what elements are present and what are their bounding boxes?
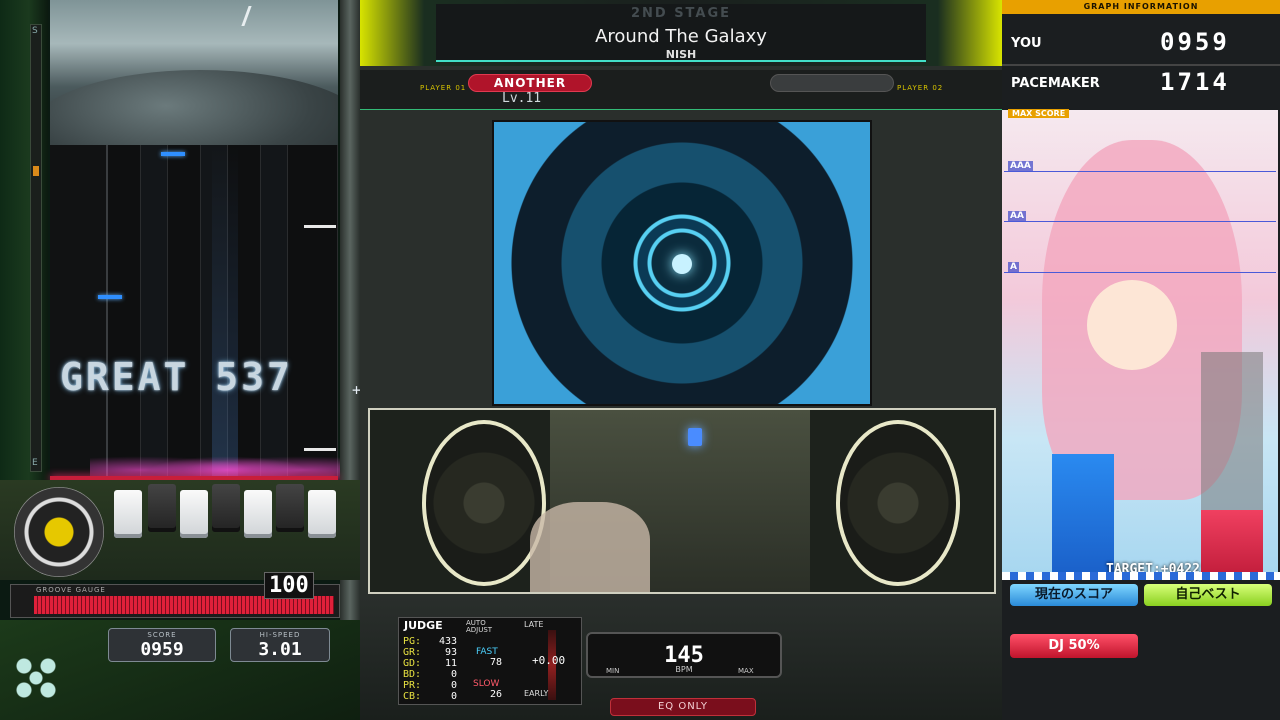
level-label: Lv.11	[502, 91, 542, 106]
lane-3	[168, 145, 201, 480]
main-bga	[492, 120, 872, 406]
late-label: LATE	[524, 620, 544, 629]
player2-label: PLAYER 02	[897, 84, 944, 92]
you-score-bar	[1052, 454, 1114, 578]
progress-marker	[33, 166, 39, 176]
judge-combo-display: GREAT 537	[60, 355, 293, 399]
hispeed-value: 3.01	[258, 639, 302, 660]
you-label: YOU	[1011, 36, 1042, 51]
artist-name: NISH	[665, 48, 697, 61]
grade-line-aaa	[1004, 171, 1276, 172]
mini-bga	[50, 0, 338, 145]
note	[161, 152, 185, 156]
eq-only-button[interactable]: EQ ONLY	[610, 698, 756, 716]
judge-row: GD: 11	[403, 658, 457, 669]
lane-1	[108, 145, 141, 480]
score-value: 0959	[140, 639, 184, 660]
graph-baseline	[1002, 572, 1280, 580]
dj-level-badge: DJ 50%	[1010, 634, 1138, 658]
speaker-right	[836, 420, 960, 586]
personal-best-button[interactable]: 自己ベスト	[1144, 584, 1272, 606]
camera-lit-key	[688, 428, 702, 446]
hispeed-label: HI-SPEED	[259, 631, 301, 639]
graph-header: GRAPH INFORMATION	[1002, 0, 1280, 14]
graph-divider	[1002, 64, 1280, 66]
groove-gauge-value: 100	[264, 572, 314, 599]
lane-6	[261, 145, 288, 480]
bpm-min-label: MIN	[606, 667, 620, 675]
score-box: SCORE 0959	[108, 628, 216, 662]
camera-player-hand	[530, 502, 650, 592]
you-score: 0959	[1160, 28, 1230, 56]
key-1[interactable]	[114, 490, 142, 538]
bga-tunnel-core	[672, 254, 692, 274]
timing-offset: +0.00	[532, 654, 566, 667]
judge-row: PR: 0	[403, 680, 457, 691]
score-label: SCORE	[147, 631, 177, 639]
graph-artwork-face	[1087, 280, 1177, 370]
key-6[interactable]	[276, 484, 304, 532]
early-label: EARLY	[524, 689, 549, 698]
play-camera	[368, 408, 996, 594]
player2-badge	[770, 74, 894, 92]
progress-end-label: E	[32, 458, 38, 468]
groove-gauge-label: GROOVE GAUGE	[36, 586, 106, 594]
song-title: Around The Galaxy	[595, 26, 767, 47]
lane-beam	[212, 145, 238, 480]
fast-count: 78	[490, 657, 503, 668]
turntable-icon[interactable]	[14, 487, 104, 577]
speaker-left	[422, 420, 546, 586]
current-score-button[interactable]: 現在のスコア	[1010, 584, 1138, 606]
lane-7	[288, 145, 338, 480]
game-logo-icon	[6, 648, 66, 708]
player1-label: PLAYER 01	[420, 84, 467, 92]
bpm-max-label: MAX	[738, 667, 754, 675]
pacemaker-score-bar	[1201, 510, 1263, 578]
key-4[interactable]	[212, 484, 240, 532]
judge-row: BD: 0	[403, 669, 457, 680]
judge-title: JUDGE	[404, 619, 443, 632]
grade-label-a: A	[1008, 262, 1019, 272]
slow-label: SLOW	[473, 679, 500, 689]
pacemaker-score: 1714	[1160, 68, 1230, 96]
grade-line-a	[1004, 272, 1276, 273]
note	[98, 295, 122, 299]
lane-2	[141, 145, 168, 480]
key-3[interactable]	[180, 490, 208, 538]
stage-label: 2ND STAGE	[630, 6, 732, 21]
bga-landscape	[50, 70, 338, 145]
slow-count: 26	[490, 689, 503, 700]
key-5[interactable]	[244, 490, 272, 538]
auto-adjust-label: AUTO ADJUST	[466, 619, 493, 634]
grade-label-aaa: AAA	[1008, 161, 1033, 171]
note-lanes	[50, 145, 338, 480]
lane-progress-track	[30, 24, 42, 472]
grade-line-aa	[1004, 221, 1276, 222]
judge-row: PG: 433	[403, 636, 457, 647]
difficulty-badge: ANOTHER	[468, 74, 592, 92]
pacemaker-label: PACEMAKER	[1011, 76, 1100, 91]
scratch-lane	[50, 145, 108, 480]
judge-row: GR: 93	[403, 647, 457, 658]
progress-start-label: S	[32, 26, 38, 36]
note	[304, 225, 336, 228]
hispeed-box: HI-SPEED 3.01	[230, 628, 330, 662]
judge-row: CB: 0	[403, 691, 457, 702]
max-score-label: MAX SCORE	[1008, 109, 1070, 118]
key-7[interactable]	[308, 490, 336, 538]
grade-label-aa: AA	[1008, 211, 1026, 221]
bga-figure	[241, 6, 267, 26]
key-2[interactable]	[148, 484, 176, 532]
fast-label: FAST	[476, 647, 498, 657]
